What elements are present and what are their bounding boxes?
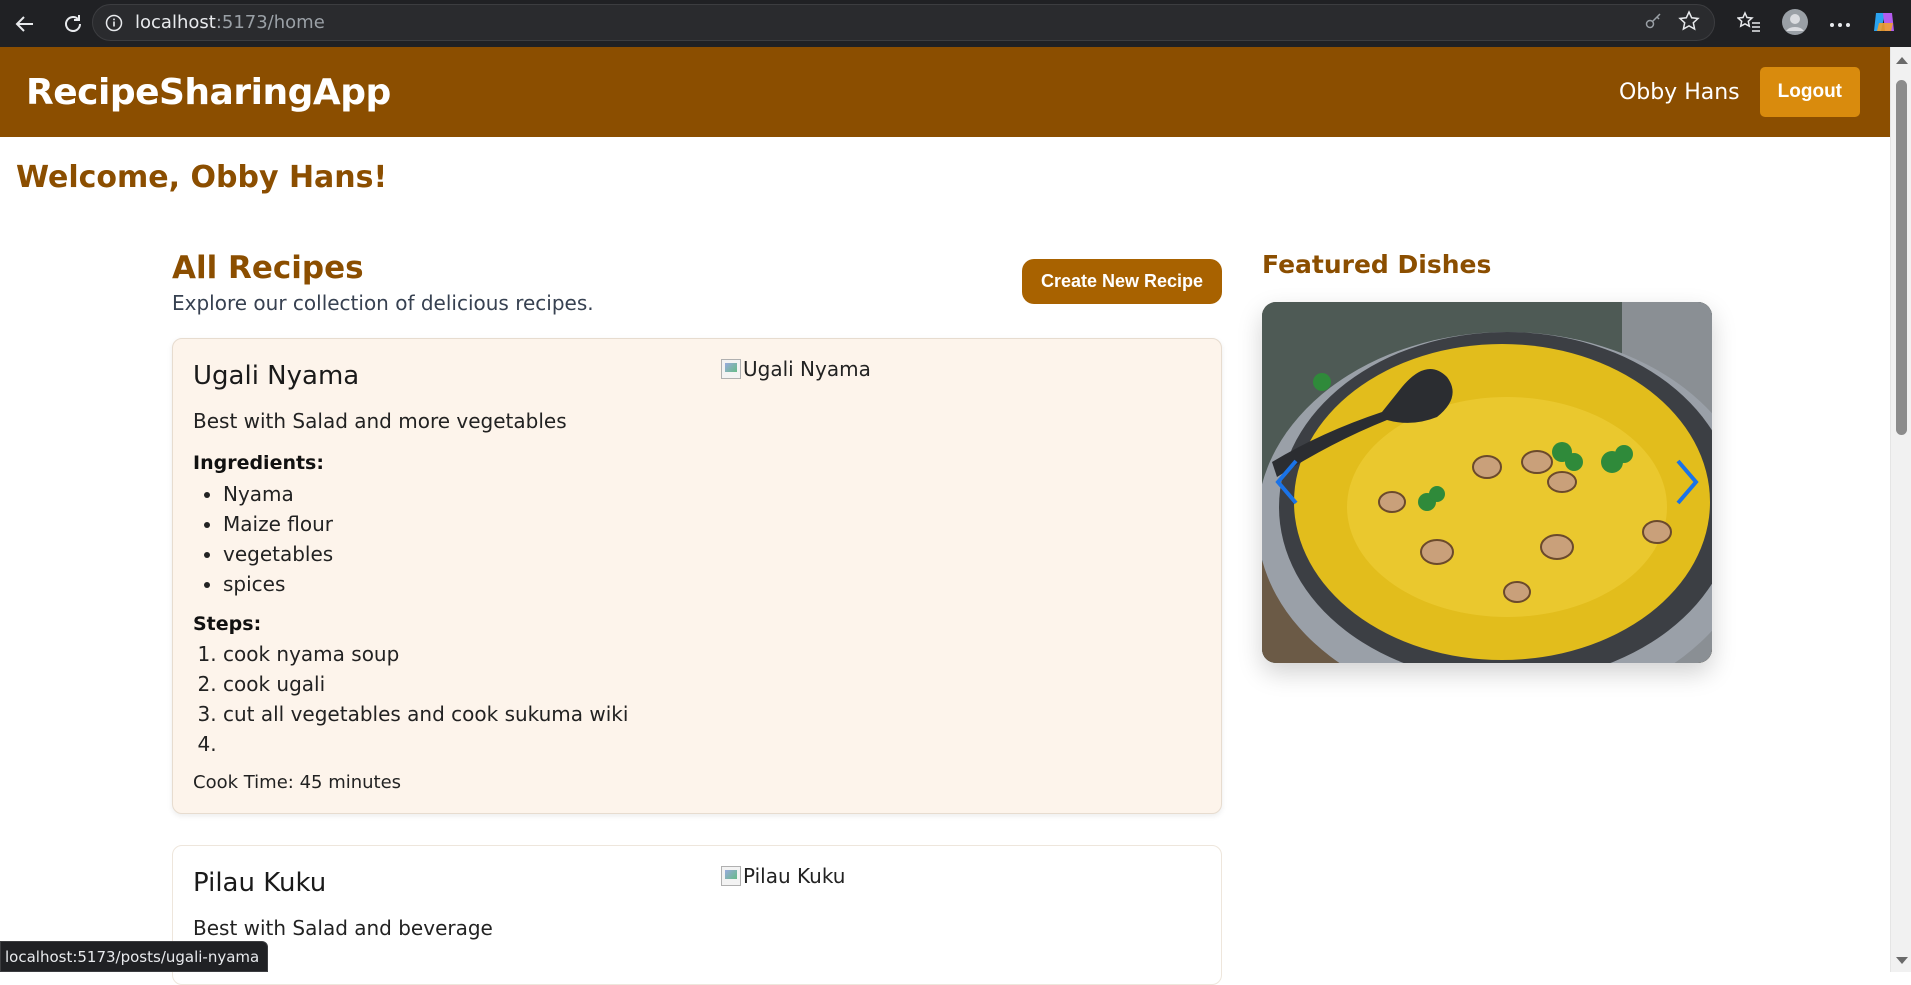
app-navbar: RecipeSharingApp Obby Hans Logout — [0, 47, 1890, 137]
steps-list: cook nyama soup cook ugali cut all veget… — [223, 639, 628, 759]
site-info-icon[interactable] — [103, 12, 125, 34]
recipe-description: Best with Salad and more vegetables — [193, 409, 567, 433]
create-recipe-button[interactable]: Create New Recipe — [1022, 259, 1222, 304]
page-scrollbar[interactable] — [1890, 47, 1911, 972]
all-recipes-title: All Recipes — [172, 250, 364, 286]
step-item — [223, 729, 628, 759]
cook-time: Cook Time: 45 minutes — [193, 772, 402, 793]
address-url: localhost:5173/home — [135, 12, 325, 33]
ingredients-list: Nyama Maize flour vegetables spices — [223, 479, 333, 599]
scrollbar-thumb[interactable] — [1896, 80, 1907, 435]
link-status-tooltip: localhost:5173/posts/ugali-nyama — [0, 941, 269, 972]
profile-avatar-icon[interactable] — [1781, 8, 1809, 40]
browser-toolbar: localhost:5173/home — [0, 0, 1911, 47]
scroll-up-arrow[interactable] — [1896, 57, 1908, 64]
step-item: cook ugali — [223, 669, 628, 699]
steps-label: Steps: — [193, 613, 262, 635]
recipe-card[interactable]: Pilau Kuku Best with Salad and beverage … — [172, 845, 1222, 985]
more-menu-icon[interactable] — [1829, 14, 1851, 33]
password-key-icon[interactable] — [1644, 10, 1664, 36]
recipe-image-alt: Pilau Kuku — [743, 864, 846, 888]
recipe-image: Pilau Kuku — [721, 864, 845, 888]
scroll-down-arrow[interactable] — [1896, 957, 1908, 964]
featured-carousel[interactable] — [1262, 302, 1712, 663]
welcome-heading: Welcome, Obby Hans! — [16, 160, 388, 195]
ingredients-label: Ingredients: — [193, 452, 324, 474]
logout-button[interactable]: Logout — [1759, 67, 1860, 117]
copilot-icon[interactable] — [1871, 9, 1897, 39]
recipe-title[interactable]: Ugali Nyama — [193, 361, 359, 391]
ingredient-item: vegetables — [223, 539, 333, 569]
step-item: cut all vegetables and cook sukuma wiki — [223, 699, 628, 729]
step-item: cook nyama soup — [223, 639, 628, 669]
ingredient-item: spices — [223, 569, 333, 599]
address-bar[interactable]: localhost:5173/home — [92, 4, 1715, 41]
ingredient-item: Nyama — [223, 479, 333, 509]
favorite-star-icon[interactable] — [1678, 9, 1700, 36]
featured-dish-image — [1262, 302, 1712, 663]
carousel-prev-icon[interactable] — [1272, 457, 1302, 507]
reload-icon[interactable] — [56, 7, 90, 41]
broken-image-icon — [721, 866, 741, 886]
featured-title: Featured Dishes — [1262, 250, 1492, 279]
brand-logo[interactable]: RecipeSharingApp — [26, 72, 391, 113]
all-recipes-subtitle: Explore our collection of delicious reci… — [172, 291, 594, 315]
ingredient-item: Maize flour — [223, 509, 333, 539]
carousel-next-icon[interactable] — [1672, 457, 1702, 507]
recipe-title[interactable]: Pilau Kuku — [193, 868, 326, 898]
user-name: Obby Hans — [1618, 79, 1740, 105]
recipe-image: Ugali Nyama — [721, 357, 871, 381]
recipe-description: Best with Salad and beverage — [193, 916, 493, 940]
recipe-image-alt: Ugali Nyama — [743, 357, 871, 381]
back-icon[interactable] — [8, 7, 42, 41]
recipe-card[interactable]: Ugali Nyama Best with Salad and more veg… — [172, 338, 1222, 814]
favorites-list-icon[interactable] — [1736, 10, 1761, 37]
broken-image-icon — [721, 359, 741, 379]
